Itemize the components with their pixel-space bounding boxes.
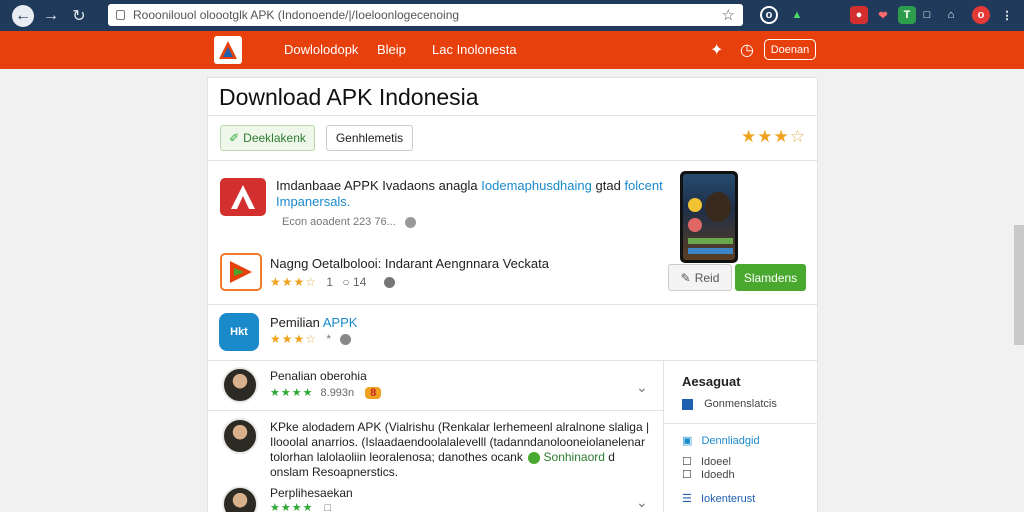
install-button[interactable]: Slamdens bbox=[735, 264, 806, 291]
bookmark-star-icon[interactable]: ☆ bbox=[722, 6, 735, 24]
info-icon-2 bbox=[383, 277, 395, 289]
review-divider-1 bbox=[207, 410, 664, 411]
page-title: Download APK Indonesia bbox=[219, 84, 479, 110]
review-2-line2: Ilooolal anarrios. (Islaadaendoolalaleve… bbox=[270, 435, 645, 449]
download-icon: ✐ bbox=[229, 131, 240, 145]
lock-icon bbox=[116, 10, 125, 20]
letter-a-icon bbox=[231, 185, 255, 209]
logo-triangle-icon bbox=[219, 41, 237, 59]
signin-button[interactable]: Doenan bbox=[764, 39, 816, 60]
second-app-meta: ★★★☆ 1 ○ 14 bbox=[270, 275, 395, 289]
clock-icon[interactable]: ◷ bbox=[740, 40, 754, 60]
title-divider bbox=[207, 115, 818, 116]
secondary-button[interactable]: Genhlemetis bbox=[326, 125, 413, 151]
sidebar-item-1[interactable]: Gonmenslatcis bbox=[682, 398, 777, 410]
extension-doc-icon[interactable]: □ bbox=[918, 6, 936, 24]
lock-small-icon: ○ bbox=[342, 275, 350, 289]
featured-subtitle: Impanersals. bbox=[276, 194, 351, 209]
reload-button[interactable]: ↻ bbox=[68, 5, 90, 27]
second-app-title[interactable]: Nagng Oetalbolooi: Indarant Aengnnara Ve… bbox=[270, 256, 549, 271]
download-button[interactable]: ✐ Deeklakenk bbox=[220, 125, 315, 151]
app3-icon[interactable]: Hkt bbox=[219, 313, 259, 351]
box-icon-2: ☐ bbox=[682, 469, 692, 481]
nav-link-indonesia[interactable]: Lac Inolonesta bbox=[432, 42, 517, 57]
review-2-line1: KPke alodadem APK (Vialrishu (Renkalar l… bbox=[270, 420, 650, 434]
second-app-icon[interactable] bbox=[220, 253, 262, 291]
review-3-name[interactable]: Perplihesaekan bbox=[270, 486, 353, 500]
extension-circle-icon[interactable]: o bbox=[760, 6, 778, 24]
sidebar-item-4[interactable]: ☐ Idoedh bbox=[682, 468, 735, 481]
address-bar[interactable]: Rooonilouol oloootglk APK (Indonoende/|/… bbox=[108, 4, 743, 26]
forward-button[interactable]: → bbox=[40, 5, 62, 27]
app3-title[interactable]: Pemilian APPK bbox=[270, 315, 357, 330]
second-app-stars: ★★★☆ bbox=[270, 275, 318, 289]
review-3-meta: ★★★★ □ bbox=[270, 501, 331, 512]
profile-avatar-icon[interactable]: o bbox=[972, 6, 990, 24]
app3-meta: ★★★☆ * bbox=[270, 332, 352, 346]
featured-app-icon[interactable] bbox=[220, 178, 266, 216]
extension-t-icon[interactable]: T bbox=[898, 6, 916, 24]
home-icon[interactable]: ⌂ bbox=[942, 6, 960, 24]
rating-stars: ★★★☆ bbox=[741, 127, 806, 146]
review-1-meta: ★★★★ 8.993n 8 bbox=[270, 386, 382, 399]
secondary-button-label: Genhlemetis bbox=[335, 131, 404, 145]
review-avatar-2 bbox=[222, 418, 258, 454]
review-avatar-1 bbox=[222, 367, 258, 403]
nav-link-blog[interactable]: Bleip bbox=[377, 42, 406, 57]
review-3-stars: ★★★★ bbox=[270, 502, 314, 512]
info-icon-3 bbox=[340, 334, 352, 346]
sidebar-item-5[interactable]: ☰ Iokenterust bbox=[682, 492, 755, 505]
square-icon bbox=[682, 398, 693, 410]
review-1-stars: ★★★★ bbox=[270, 387, 314, 399]
open-icon: ✎ bbox=[680, 270, 691, 285]
verified-icon bbox=[528, 451, 541, 464]
sidebar-divider bbox=[663, 423, 818, 424]
chat-icon: ▣ bbox=[682, 435, 693, 447]
url-text: Rooonilouol oloootglk APK (Indonoende/|/… bbox=[133, 8, 460, 22]
sidebar-item-3[interactable]: ☐ Idoeel bbox=[682, 455, 731, 468]
nav-link-download[interactable]: Dowlolodopk bbox=[284, 42, 358, 57]
play-triangle-icon bbox=[230, 261, 252, 283]
sidebar-title: Aesaguat bbox=[682, 374, 741, 389]
chevron-down-icon[interactable]: ⌄ bbox=[636, 379, 648, 396]
info-icon bbox=[404, 216, 416, 228]
featured-title[interactable]: Imdanbaae APPK Ivadaons anagla Iodemaphu… bbox=[276, 178, 663, 193]
share-icon[interactable]: ✦ bbox=[710, 40, 723, 60]
download-button-label: Deeklakenk bbox=[243, 131, 306, 145]
site-header: Dowlolodopk Bleip Lac Inolonesta ✦ ◷ Doe… bbox=[0, 31, 1024, 69]
open-button[interactable]: ✎ Reid bbox=[668, 264, 732, 291]
extension-red-icon[interactable]: ● bbox=[850, 6, 868, 24]
review-2-line4: onslam Resoapnerstics. bbox=[270, 465, 399, 479]
menu-icon[interactable]: ⋮ bbox=[998, 6, 1016, 24]
phone-screenshot bbox=[680, 171, 738, 263]
sidebar-item-2[interactable]: ▣ Dennliadgid bbox=[682, 434, 760, 447]
tag-icon: ☰ bbox=[682, 493, 692, 505]
featured-meta: Econ aoadent 223 76... bbox=[282, 216, 416, 228]
back-button[interactable]: ← bbox=[12, 5, 34, 27]
extension-heart-icon[interactable]: ❤ bbox=[874, 6, 892, 24]
page-scrollbar[interactable] bbox=[1014, 225, 1024, 345]
comment-icon: □ bbox=[324, 502, 332, 512]
browser-toolbar: ← → ↻ Rooonilouol oloootglk APK (Indonoe… bbox=[0, 0, 1024, 31]
review-1-name[interactable]: Penalian oberohia bbox=[270, 369, 367, 383]
site-logo[interactable] bbox=[214, 36, 242, 64]
review-1-badge: 8 bbox=[365, 387, 382, 399]
box-icon: ☐ bbox=[682, 456, 692, 468]
extension-green-icon[interactable]: ▲ bbox=[788, 6, 806, 24]
chevron-down-icon-2[interactable]: ⌄ bbox=[636, 494, 648, 511]
review-2-line3: tolorhan lalolaoliin leoralenosa; danoth… bbox=[270, 450, 615, 464]
app3-stars: ★★★☆ bbox=[270, 332, 318, 346]
